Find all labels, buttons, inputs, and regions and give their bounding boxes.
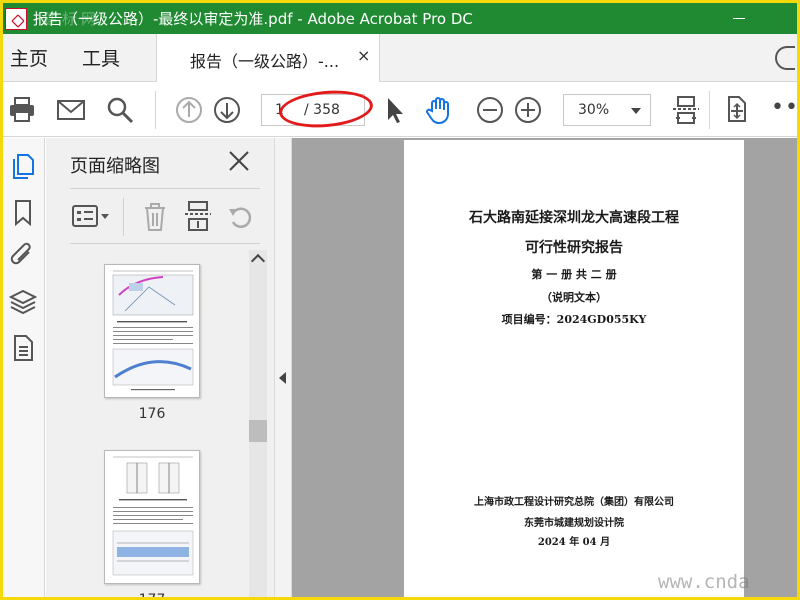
menu-home[interactable]: 主页 [10, 44, 48, 71]
panel-tool-separator [123, 198, 124, 236]
zoom-value: 30% [578, 102, 610, 118]
tab-close-icon[interactable]: × [357, 46, 370, 65]
email-icon[interactable] [56, 95, 86, 125]
doc-organization: 上海市政工程设计研究总院（集团）有限公司 [474, 497, 674, 508]
page-thumbnail-image [112, 456, 194, 576]
thumbnail-panel: 页面缩略图 176 177 [46, 138, 274, 600]
app-frame: 报告（一级公路）-最终以审定为准.pdf - Adobe Acrobat Pro… [0, 0, 800, 600]
watermark-top: 建标网 [43, 10, 101, 28]
document-page: 石大路南延接深圳龙大高速段工程 可行性研究报告 第 一 册 共 二 册 （说明文… [404, 140, 744, 597]
page-thumbnails-icon[interactable] [9, 152, 37, 180]
thumbnail-scrollbar[interactable] [249, 250, 267, 597]
chevron-down-icon [631, 108, 641, 114]
zoom-out-icon[interactable] [475, 95, 505, 125]
rotate-view-icon[interactable] [721, 95, 751, 125]
toolbar: 1 / 358 30% •• [3, 83, 797, 137]
previous-page-icon[interactable] [174, 95, 204, 125]
toolbar-separator [709, 91, 710, 129]
next-page-icon[interactable] [212, 95, 242, 125]
panel-divider [70, 188, 260, 189]
page-thumbnail[interactable] [104, 264, 200, 398]
fit-page-icon[interactable] [671, 95, 701, 125]
scroll-up-icon[interactable] [250, 253, 266, 269]
page-thumbnail[interactable] [104, 450, 200, 584]
help-icon[interactable] [775, 46, 795, 70]
watermark-bottom: www.cnda [658, 571, 750, 593]
attachment-icon[interactable] [9, 242, 37, 270]
acrobat-logo-icon [5, 7, 27, 30]
doc-project-number: 项目编号：2024GD055KY [501, 313, 647, 326]
print-icon[interactable] [7, 95, 37, 125]
zoom-in-icon[interactable] [513, 95, 543, 125]
title-bar: 报告（一级公路）-最终以审定为准.pdf - Adobe Acrobat Pro… [3, 3, 797, 34]
zoom-select[interactable]: 30% [563, 94, 651, 126]
document-properties-icon[interactable] [9, 334, 37, 362]
scrollbar-thumb[interactable] [249, 420, 267, 442]
panel-collapse-handle[interactable] [274, 138, 292, 597]
document-viewer[interactable]: 石大路南延接深圳龙大高速段工程 可行性研究报告 第 一 册 共 二 册 （说明文… [292, 138, 797, 597]
doc-volume: 第 一 册 共 二 册 [531, 268, 617, 281]
doc-date: 2024 年 04 月 [537, 537, 611, 548]
insert-pages-icon[interactable] [184, 200, 212, 232]
menu-tools[interactable]: 工具 [82, 44, 120, 71]
select-cursor-icon[interactable] [379, 95, 409, 125]
menu-row: 主页 工具 报告（一级公路）-... × [3, 34, 797, 82]
close-icon[interactable] [226, 148, 252, 174]
panel-title: 页面缩略图 [70, 156, 160, 177]
hand-tool-icon[interactable] [425, 95, 455, 125]
thumbnail-page-label: 176 [138, 406, 166, 422]
document-tab-label: 报告（一级公路）-... [190, 52, 340, 71]
doc-description: （说明文本） [541, 291, 607, 304]
toolbar-separator [155, 91, 156, 129]
bookmark-icon[interactable] [9, 198, 37, 226]
collapse-arrow-icon [279, 372, 286, 384]
more-tools-icon[interactable]: ••• [771, 95, 797, 120]
page-thumbnail-image [112, 270, 194, 391]
left-navigation-rail [3, 138, 45, 597]
search-icon[interactable] [105, 95, 135, 125]
minimize-button[interactable] [725, 3, 753, 34]
rotate-icon[interactable] [226, 202, 256, 232]
layers-icon[interactable] [9, 288, 37, 316]
doc-organization: 东莞市城建规划设计院 [524, 518, 624, 529]
document-tab[interactable]: 报告（一级公路）-... × [156, 34, 380, 82]
delete-icon[interactable] [142, 202, 168, 232]
panel-toolbar [46, 194, 274, 242]
thumbnail-options-icon[interactable] [72, 203, 112, 231]
panel-divider [70, 243, 260, 244]
doc-subtitle: 可行性研究报告 [525, 240, 623, 256]
doc-title: 石大路南延接深圳龙大高速段工程 [469, 210, 679, 226]
thumbnail-page-label: 177 [138, 592, 166, 600]
